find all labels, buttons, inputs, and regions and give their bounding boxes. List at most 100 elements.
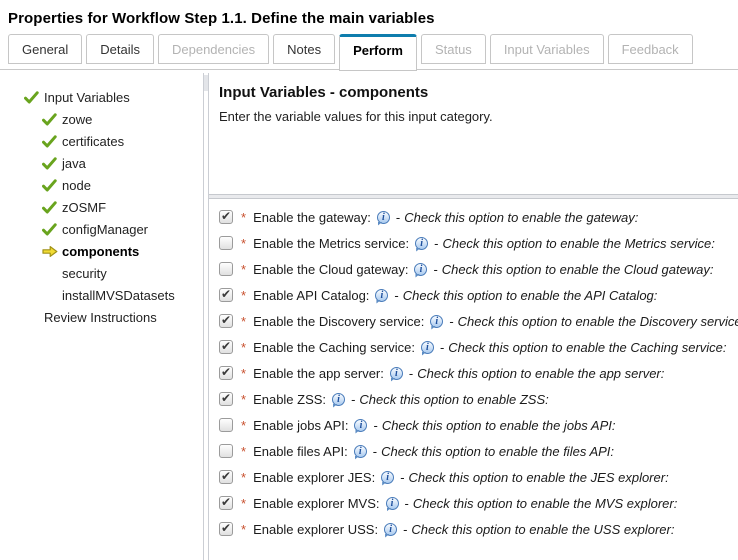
variable-row-enable-the-app-server: * Enable the app server: i-Check this opti…	[219, 362, 732, 384]
tab-details[interactable]: Details	[86, 34, 154, 64]
variable-label: Enable files API:	[253, 443, 348, 459]
variable-checkbox[interactable]	[219, 340, 233, 354]
variable-row-enable-zss: * Enable ZSS: i-Check this option to enabl…	[219, 388, 732, 410]
tree-item-zosmf[interactable]: zOSMF	[0, 196, 203, 218]
page-title: Properties for Workflow Step 1.1. Define…	[8, 10, 435, 27]
variable-description: Check this option to enable the MVS expl…	[412, 495, 678, 511]
green-check-icon	[24, 90, 44, 104]
variable-description: Check this option to enable the Metrics …	[442, 235, 715, 251]
info-icon[interactable]: i	[384, 522, 398, 536]
variable-checkbox[interactable]	[219, 210, 233, 224]
vertical-splitter[interactable]	[203, 73, 209, 560]
tab-bar: General Details Dependencies Notes Perform St…	[0, 34, 738, 71]
label-description-separator: -	[434, 235, 439, 251]
tree-item-label: java	[62, 155, 86, 171]
info-icon[interactable]: i	[353, 444, 367, 458]
variable-checkbox[interactable]	[219, 496, 233, 510]
tree-item-label: Input Variables	[44, 89, 130, 105]
variable-row-enable-files-api: * Enable files API: i - Check this option to…	[219, 440, 732, 462]
tree-item-label: configManager	[62, 221, 148, 237]
info-icon[interactable]: i	[332, 392, 346, 406]
variable-checkbox[interactable]	[219, 366, 233, 380]
info-icon[interactable]: i	[420, 340, 434, 354]
variable-description: Check this option to enable the gateway:	[404, 209, 639, 225]
variable-checkbox[interactable]	[219, 444, 233, 458]
title-bar: Properties for Workflow Step 1.1. Define…	[0, 0, 738, 34]
tree-item-java[interactable]: java	[0, 152, 203, 174]
variable-label: Enable ZSS:	[253, 391, 327, 407]
variable-label: Enable explorer MVS:	[253, 495, 380, 511]
tree-item-review-instructions[interactable]: Review Instructions	[0, 306, 203, 328]
info-icon[interactable]: i	[389, 366, 403, 380]
required-asterisk: *	[241, 417, 247, 433]
info-icon[interactable]: i	[381, 470, 395, 484]
info-icon[interactable]: i	[375, 288, 389, 302]
variable-description: Check this option to enable the Discover…	[457, 313, 738, 329]
variable-row-enable-the-gateway: * Enable the gateway: i-Check this option …	[219, 206, 732, 228]
info-icon[interactable]: i	[354, 418, 368, 432]
required-asterisk: *	[241, 287, 247, 303]
yellow-arrow-icon	[42, 245, 62, 258]
variable-checkbox[interactable]	[219, 522, 233, 536]
variable-label: Enable jobs API:	[253, 417, 349, 433]
required-asterisk: *	[241, 365, 247, 381]
green-check-icon	[42, 134, 62, 148]
variable-description: Check this option to enable the JES expl…	[408, 469, 669, 485]
required-asterisk: *	[241, 313, 247, 329]
green-check-icon	[42, 200, 62, 214]
variable-description: Check this option to enable the API Cata…	[402, 287, 658, 303]
variable-label: Enable the Cloud gateway:	[253, 261, 409, 277]
tree-item-security[interactable]: security	[0, 262, 203, 284]
variable-checkbox[interactable]	[219, 262, 233, 276]
instructions-pane: Input Variables - components Enter the v…	[209, 70, 738, 194]
variable-checkbox[interactable]	[219, 392, 233, 406]
label-description-separator: -	[400, 469, 405, 485]
tab-perform[interactable]: Perform	[339, 34, 417, 71]
variable-checkbox[interactable]	[219, 314, 233, 328]
variable-checkbox[interactable]	[219, 236, 233, 250]
tree-item-node[interactable]: node	[0, 174, 203, 196]
variable-row-enable-jobs-api: * Enable jobs API: i - Check this option to …	[219, 414, 732, 436]
label-description-separator: -	[403, 521, 408, 537]
required-asterisk: *	[241, 261, 247, 277]
required-asterisk: *	[241, 521, 247, 537]
green-check-icon	[42, 222, 62, 236]
green-check-icon	[42, 112, 62, 126]
tree-item-certificates[interactable]: certificates	[0, 130, 203, 152]
tab-notes[interactable]: Notes	[273, 34, 336, 64]
label-description-separator: -	[439, 339, 445, 355]
content-area: Input Variables zowe certificates java node z…	[0, 70, 738, 560]
info-icon[interactable]: i	[414, 262, 428, 276]
variable-label: Enable API Catalog:	[253, 287, 370, 303]
tree-item-installmvsdatasets[interactable]: installMVSDatasets	[0, 284, 203, 306]
variable-row-enable-the-caching-service: * Enable the Caching service: i-Check this…	[219, 336, 732, 358]
variable-form: *Enable the gateway:i-Check this option …	[209, 199, 738, 560]
label-description-separator: -	[351, 391, 356, 407]
info-icon[interactable]: i	[415, 236, 429, 250]
splitter-grip[interactable]	[204, 75, 208, 91]
tab-feedback: Feedback	[607, 34, 693, 64]
label-description-separator: -	[404, 495, 409, 511]
label-description-separator: -	[373, 417, 378, 433]
info-icon[interactable]: i	[385, 496, 399, 510]
variable-label: Enable explorer JES:	[253, 469, 376, 485]
variable-description: Check this option to enable the USS expl…	[411, 521, 675, 537]
green-check-icon	[42, 178, 62, 192]
variable-label: Enable the Metrics service:	[253, 235, 410, 251]
variable-checkbox[interactable]	[219, 470, 233, 484]
tree-item-components[interactable]: components	[0, 240, 203, 262]
variable-description: Check this option to enable the Caching …	[448, 339, 727, 355]
tree-item-zowe[interactable]: zowe	[0, 108, 203, 130]
required-asterisk: *	[241, 235, 247, 251]
variable-label: Enable explorer USS:	[253, 521, 379, 537]
info-icon[interactable]: i	[430, 314, 444, 328]
info-icon[interactable]: i	[376, 210, 390, 224]
variable-checkbox[interactable]	[219, 418, 233, 432]
tree-item-configmanager[interactable]: configManager	[0, 218, 203, 240]
tree-item-label: Review Instructions	[44, 309, 157, 325]
variable-row-enable-explorer-uss: * Enable explorer USS: i-Check this option…	[219, 518, 732, 540]
variable-checkbox[interactable]	[219, 288, 233, 302]
label-description-separator: -	[433, 261, 438, 277]
tab-general[interactable]: General	[8, 34, 83, 64]
tree-item-input-variables[interactable]: Input Variables	[0, 86, 203, 108]
